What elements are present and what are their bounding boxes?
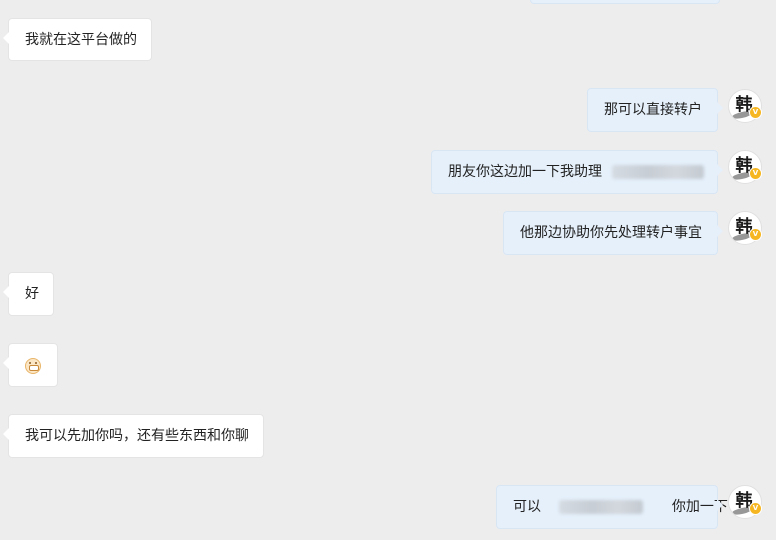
message-text: 那可以直接转户	[604, 102, 702, 118]
message-text: 好	[25, 286, 39, 302]
outgoing-message[interactable]: 朋友你这边加一下我助理	[431, 150, 723, 194]
vip-badge-icon: V	[749, 228, 762, 241]
outgoing-message[interactable]: 那可以直接转户	[587, 88, 723, 132]
grinning-face-icon	[25, 358, 41, 374]
vip-badge-icon: V	[749, 502, 762, 515]
redacted-text	[612, 165, 705, 179]
message-text: 朋友你这边加一下我助理	[448, 164, 602, 180]
outgoing-message[interactable]: 可以 你加一下	[496, 485, 728, 529]
incoming-message[interactable]: 我就在这平台做的	[3, 18, 152, 61]
message-text-before: 可以	[513, 499, 541, 515]
vip-badge-icon: V	[749, 106, 762, 119]
outgoing-message[interactable]: 他那边协助你先处理转户事宜	[503, 211, 723, 255]
incoming-message[interactable]: 我可以先加你吗，还有些东西和你聊	[3, 414, 264, 458]
redacted-text	[559, 500, 644, 514]
vip-badge-icon: V	[749, 167, 762, 180]
previous-message-bubble	[530, 0, 720, 4]
message-text-after: 你加一下	[671, 499, 728, 515]
message-text: 我可以先加你吗，还有些东西和你聊	[25, 428, 249, 444]
incoming-message[interactable]: 好	[3, 272, 54, 316]
message-text: 我就在这平台做的	[25, 32, 137, 48]
incoming-message[interactable]	[3, 343, 58, 387]
message-text: 他那边协助你先处理转户事宜	[520, 225, 702, 241]
